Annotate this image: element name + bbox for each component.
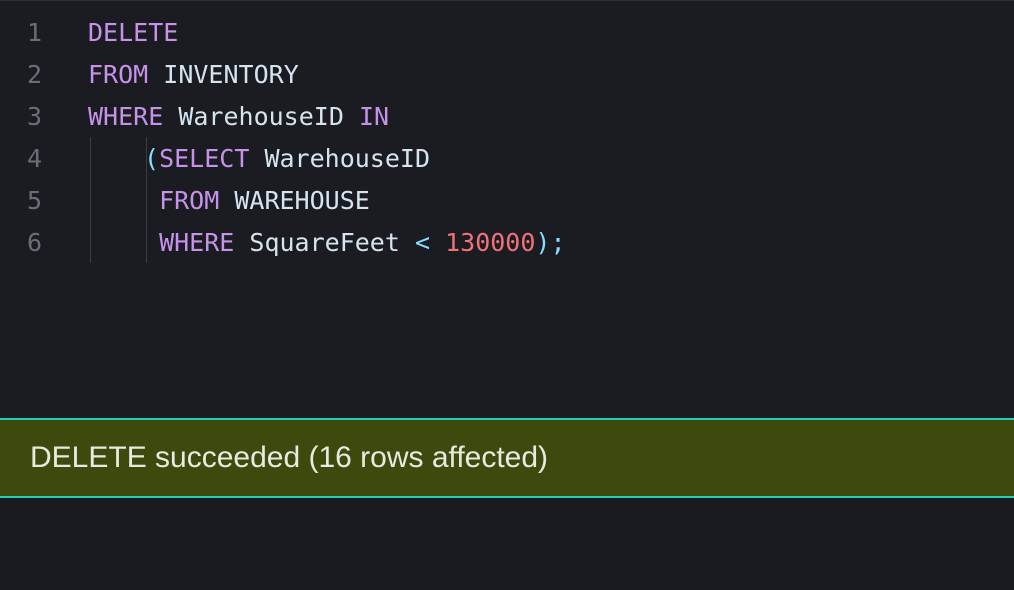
token-ident: SquareFeet bbox=[249, 228, 400, 257]
token-space bbox=[219, 186, 234, 215]
code-line[interactable]: 3WHERE WarehouseID IN bbox=[0, 95, 1014, 137]
token-op: < bbox=[415, 228, 430, 257]
code-line[interactable]: 6 WHERE SquareFeet < 130000); bbox=[0, 221, 1014, 263]
token-space bbox=[400, 228, 415, 257]
indent-guide bbox=[90, 137, 91, 179]
token-keyword: FROM bbox=[159, 186, 219, 215]
token-number: 130000 bbox=[445, 228, 535, 257]
indent-guide bbox=[146, 221, 147, 263]
indent-guide bbox=[146, 137, 147, 179]
token-punct: ; bbox=[550, 228, 565, 257]
indent-guide bbox=[146, 179, 147, 221]
code-content[interactable]: WHERE SquareFeet < 130000); bbox=[60, 228, 566, 257]
results-panel bbox=[0, 498, 1014, 590]
line-number: 5 bbox=[0, 186, 60, 215]
token-space bbox=[344, 102, 359, 131]
token-ident: INVENTORY bbox=[163, 60, 298, 89]
status-bar: DELETE succeeded (16 rows affected) bbox=[0, 418, 1014, 498]
indent-guide bbox=[90, 221, 91, 263]
token-keyword: DELETE bbox=[88, 18, 178, 47]
token-ident: WAREHOUSE bbox=[234, 186, 369, 215]
code-line[interactable]: 2FROM INVENTORY bbox=[0, 53, 1014, 95]
line-number: 6 bbox=[0, 228, 60, 257]
code-content[interactable]: FROM WAREHOUSE bbox=[60, 186, 370, 215]
token-space bbox=[249, 144, 264, 173]
code-line[interactable]: 5 FROM WAREHOUSE bbox=[0, 179, 1014, 221]
status-message: DELETE succeeded (16 rows affected) bbox=[30, 441, 548, 475]
token-paren: ) bbox=[535, 228, 550, 257]
token-ident: WarehouseID bbox=[178, 102, 344, 131]
token-space bbox=[430, 228, 445, 257]
token-keyword: SELECT bbox=[159, 144, 249, 173]
indent-guide bbox=[90, 179, 91, 221]
token-space bbox=[163, 102, 178, 131]
code-content[interactable]: DELETE bbox=[60, 18, 178, 47]
token-keyword: IN bbox=[359, 102, 389, 131]
code-content[interactable]: (SELECT WarehouseID bbox=[60, 144, 430, 173]
line-number: 3 bbox=[0, 102, 60, 131]
token-keyword: WHERE bbox=[159, 228, 234, 257]
code-line[interactable]: 4(SELECT WarehouseID bbox=[0, 137, 1014, 179]
code-line[interactable]: 1 DELETE bbox=[0, 11, 1014, 53]
token-ident: WarehouseID bbox=[264, 144, 430, 173]
line-number: 4 bbox=[0, 144, 60, 173]
code-editor[interactable]: 1DELETE2FROM INVENTORY3WHERE WarehouseID… bbox=[0, 0, 1014, 418]
code-content[interactable]: WHERE WarehouseID IN bbox=[60, 102, 389, 131]
token-space bbox=[234, 228, 249, 257]
line-number: 1 bbox=[0, 18, 60, 47]
token-keyword: WHERE bbox=[88, 102, 163, 131]
token-keyword: FROM bbox=[88, 60, 148, 89]
token-space bbox=[148, 60, 163, 89]
line-number: 2 bbox=[0, 60, 60, 89]
code-content[interactable]: FROM INVENTORY bbox=[60, 60, 299, 89]
